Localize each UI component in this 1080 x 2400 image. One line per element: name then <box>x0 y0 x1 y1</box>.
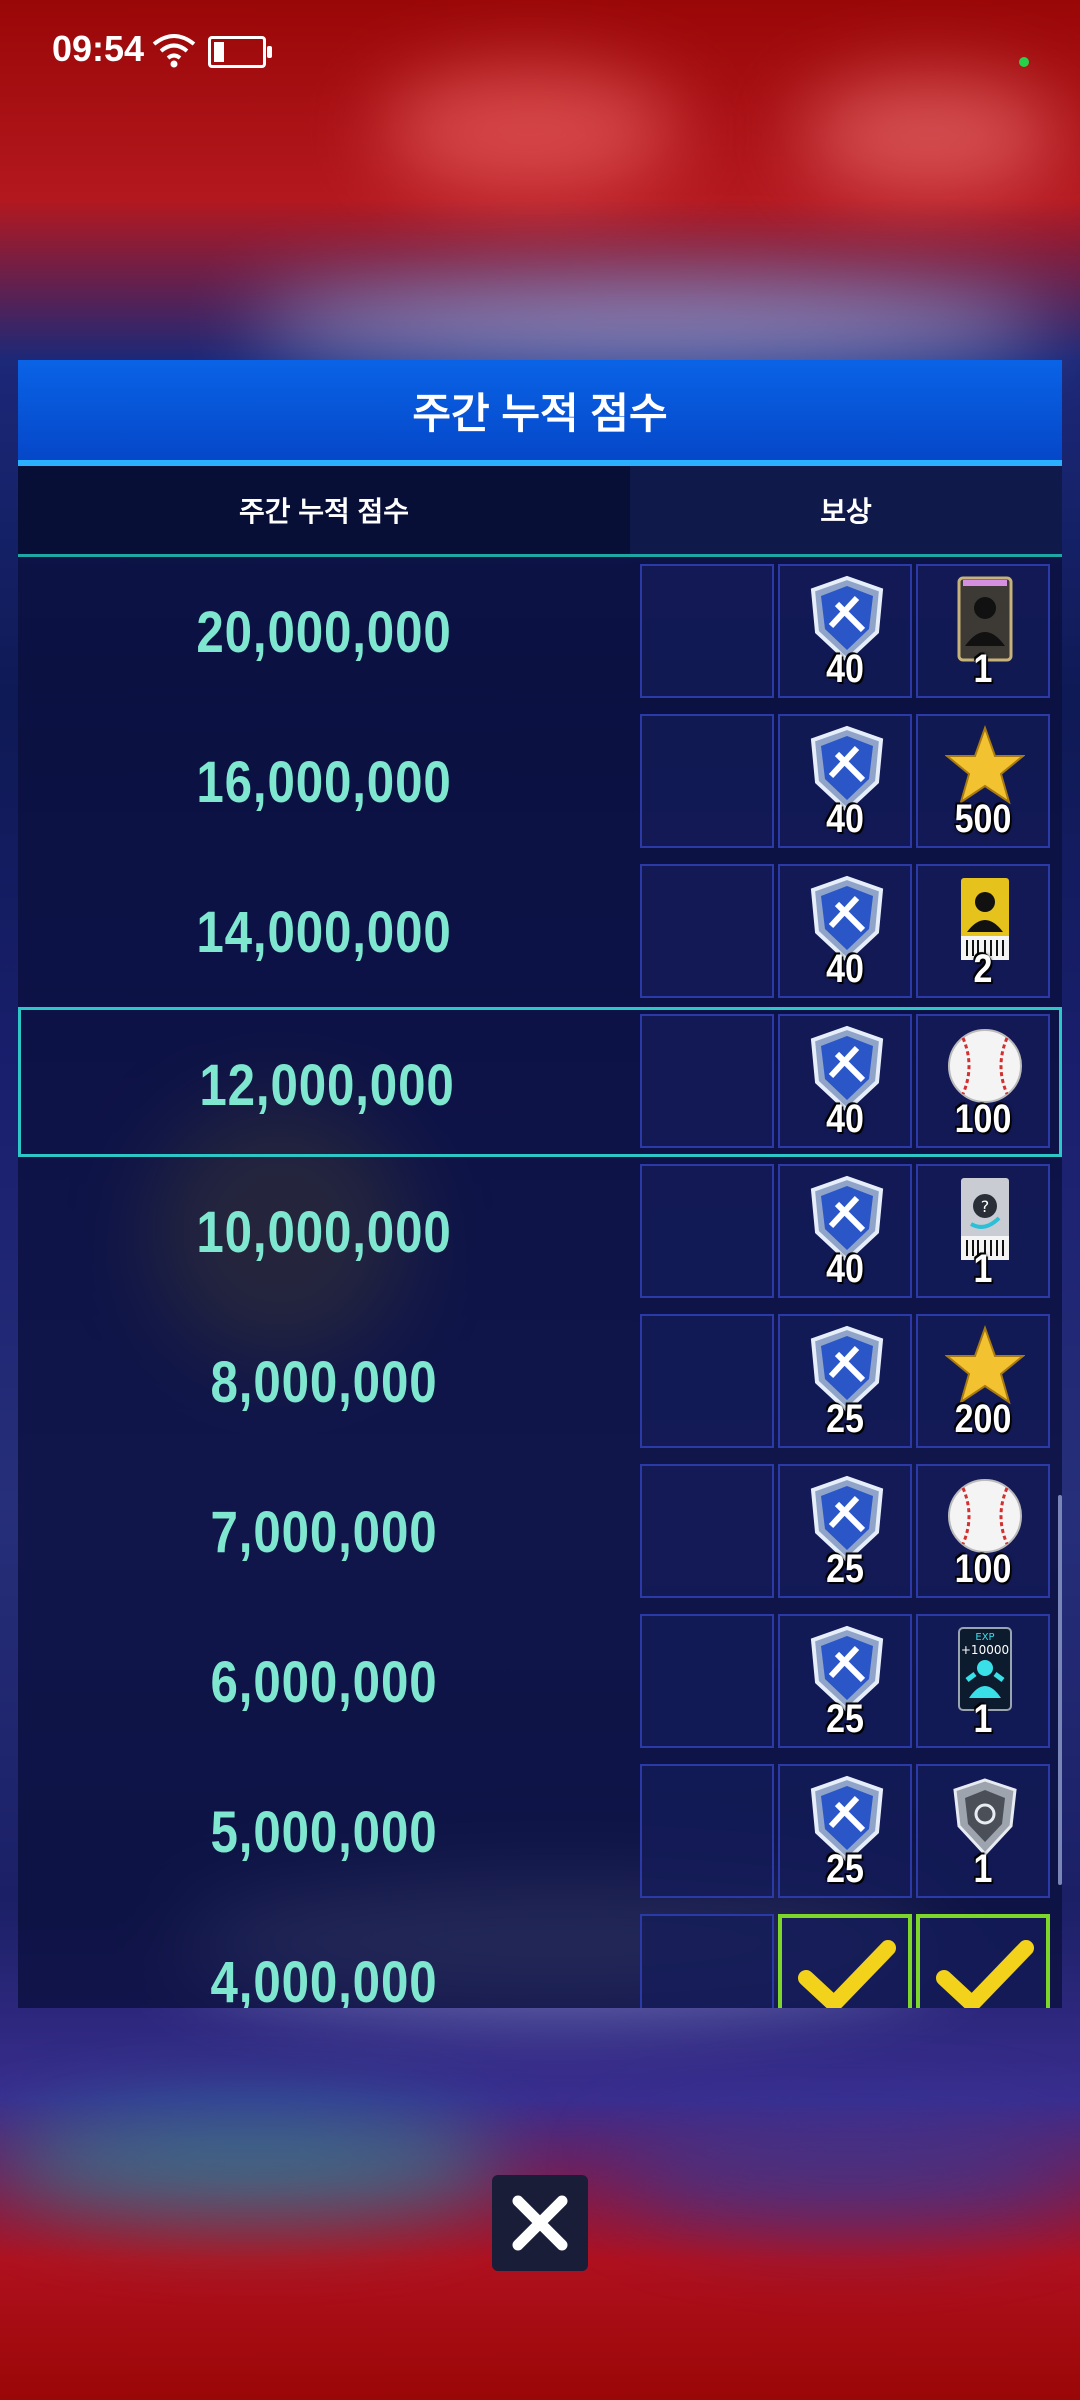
reward-slot[interactable]: 25 <box>778 1614 912 1748</box>
reward-slot[interactable]: 40 <box>778 864 912 998</box>
reward-row: 8,000,000 25 200 <box>18 1307 1062 1457</box>
reward-slot-claimed[interactable] <box>916 1914 1050 2008</box>
close-icon <box>512 2195 568 2251</box>
exp-label: EXP <box>975 1632 994 1643</box>
reward-row-claimed: 4,000,000 <box>18 1907 1062 2008</box>
reward-quantity: 25 <box>826 1847 864 1891</box>
reward-quantity: 40 <box>826 1247 864 1291</box>
svg-text:?: ? <box>981 1197 990 1216</box>
reward-slot[interactable]: 25 <box>778 1764 912 1898</box>
background-blur <box>620 2120 1080 2230</box>
score-threshold: 16,000,000 <box>196 749 452 815</box>
list-scrollbar[interactable] <box>1058 1495 1062 1885</box>
score-threshold: 6,000,000 <box>210 1649 438 1715</box>
background-blur <box>0 2110 500 2220</box>
reward-slot-empty <box>640 1614 774 1748</box>
status-indicator-dot <box>1019 57 1029 67</box>
reward-quantity: 40 <box>826 647 864 691</box>
reward-list[interactable]: 20,000,000 40 1 16,000,000 40 500 14,000… <box>18 557 1062 2008</box>
reward-slot-empty <box>640 564 774 698</box>
reward-quantity: 40 <box>826 797 864 841</box>
reward-row: 16,000,000 40 500 <box>18 707 1062 857</box>
reward-quantity: 2 <box>973 947 993 991</box>
reward-slot-claimed[interactable] <box>778 1914 912 2008</box>
reward-slot-empty <box>640 1314 774 1448</box>
reward-row: 10,000,000 40 ? 1 <box>18 1157 1062 1307</box>
reward-quantity: 25 <box>826 1697 864 1741</box>
reward-quantity: 40 <box>826 1097 864 1141</box>
reward-slot[interactable]: 100 <box>916 1014 1050 1148</box>
reward-slot[interactable]: 25 <box>778 1314 912 1448</box>
reward-slot[interactable]: 1 <box>916 1764 1050 1898</box>
reward-slot[interactable]: ? 1 <box>916 1164 1050 1298</box>
reward-quantity: 100 <box>954 1097 1012 1141</box>
reward-quantity: 40 <box>826 947 864 991</box>
reward-quantity: 500 <box>954 797 1012 841</box>
reward-slot[interactable]: 2 <box>916 864 1050 998</box>
wifi-icon <box>152 34 196 68</box>
claimed-check-icon <box>798 1940 896 2008</box>
reward-row: 14,000,000 40 2 <box>18 857 1062 1007</box>
score-threshold: 7,000,000 <box>210 1499 438 1565</box>
exp-value: +10000 <box>961 1643 1009 1657</box>
reward-slot-empty <box>640 864 774 998</box>
score-threshold: 8,000,000 <box>210 1349 438 1415</box>
reward-slot[interactable]: 40 <box>778 1164 912 1298</box>
reward-slot[interactable]: 1 <box>916 564 1050 698</box>
reward-slot-empty <box>640 1764 774 1898</box>
score-threshold: 10,000,000 <box>196 1199 452 1265</box>
reward-slot-empty <box>640 1014 774 1148</box>
reward-row: 20,000,000 40 1 <box>18 557 1062 707</box>
background-blur <box>250 280 1050 370</box>
claimed-check-icon <box>936 1940 1034 2008</box>
reward-slot-empty <box>640 1164 774 1298</box>
reward-quantity: 25 <box>826 1547 864 1591</box>
reward-row-current: 12,000,000 40 100 <box>18 1007 1062 1157</box>
reward-slot-empty <box>640 714 774 848</box>
score-threshold: 14,000,000 <box>196 899 452 965</box>
reward-slot[interactable]: 200 <box>916 1314 1050 1448</box>
column-header-reward: 보상 <box>630 466 1062 554</box>
reward-quantity: 1 <box>973 1847 993 1891</box>
status-time: 09:54 <box>52 28 145 69</box>
reward-slot[interactable]: 40 <box>778 714 912 848</box>
reward-quantity: 1 <box>973 647 993 691</box>
reward-quantity: 1 <box>973 1697 993 1741</box>
reward-row: 7,000,000 25 100 <box>18 1457 1062 1607</box>
reward-row: 5,000,000 25 1 <box>18 1757 1062 1907</box>
reward-slot-empty <box>640 1914 774 2008</box>
close-button[interactable] <box>492 2175 588 2271</box>
reward-slot[interactable]: 40 <box>778 564 912 698</box>
score-threshold: 4,000,000 <box>210 1949 438 2009</box>
reward-quantity: 100 <box>954 1547 1012 1591</box>
column-header-score: 주간 누적 점수 <box>18 466 630 554</box>
battery-icon <box>208 36 272 68</box>
panel-title: 주간 누적 점수 <box>18 360 1062 466</box>
weekly-score-panel: 주간 누적 점수 주간 누적 점수 보상 20,000,000 40 1 16,… <box>18 360 1062 2008</box>
reward-slot[interactable]: 40 <box>778 1014 912 1148</box>
reward-quantity: 25 <box>826 1397 864 1441</box>
reward-slot[interactable]: EXP +10000 1 <box>916 1614 1050 1748</box>
score-threshold: 20,000,000 <box>196 599 452 665</box>
reward-row: 6,000,000 25 EXP +10000 1 <box>18 1607 1062 1757</box>
score-threshold: 12,000,000 <box>199 1052 455 1118</box>
reward-quantity: 200 <box>954 1397 1012 1441</box>
reward-slot[interactable]: 100 <box>916 1464 1050 1598</box>
status-bar: 09:54 <box>0 0 1080 100</box>
reward-slot[interactable]: 25 <box>778 1464 912 1598</box>
score-threshold: 5,000,000 <box>210 1799 438 1865</box>
reward-slot-empty <box>640 1464 774 1598</box>
reward-slot[interactable]: 500 <box>916 714 1050 848</box>
reward-quantity: 1 <box>973 1247 993 1291</box>
